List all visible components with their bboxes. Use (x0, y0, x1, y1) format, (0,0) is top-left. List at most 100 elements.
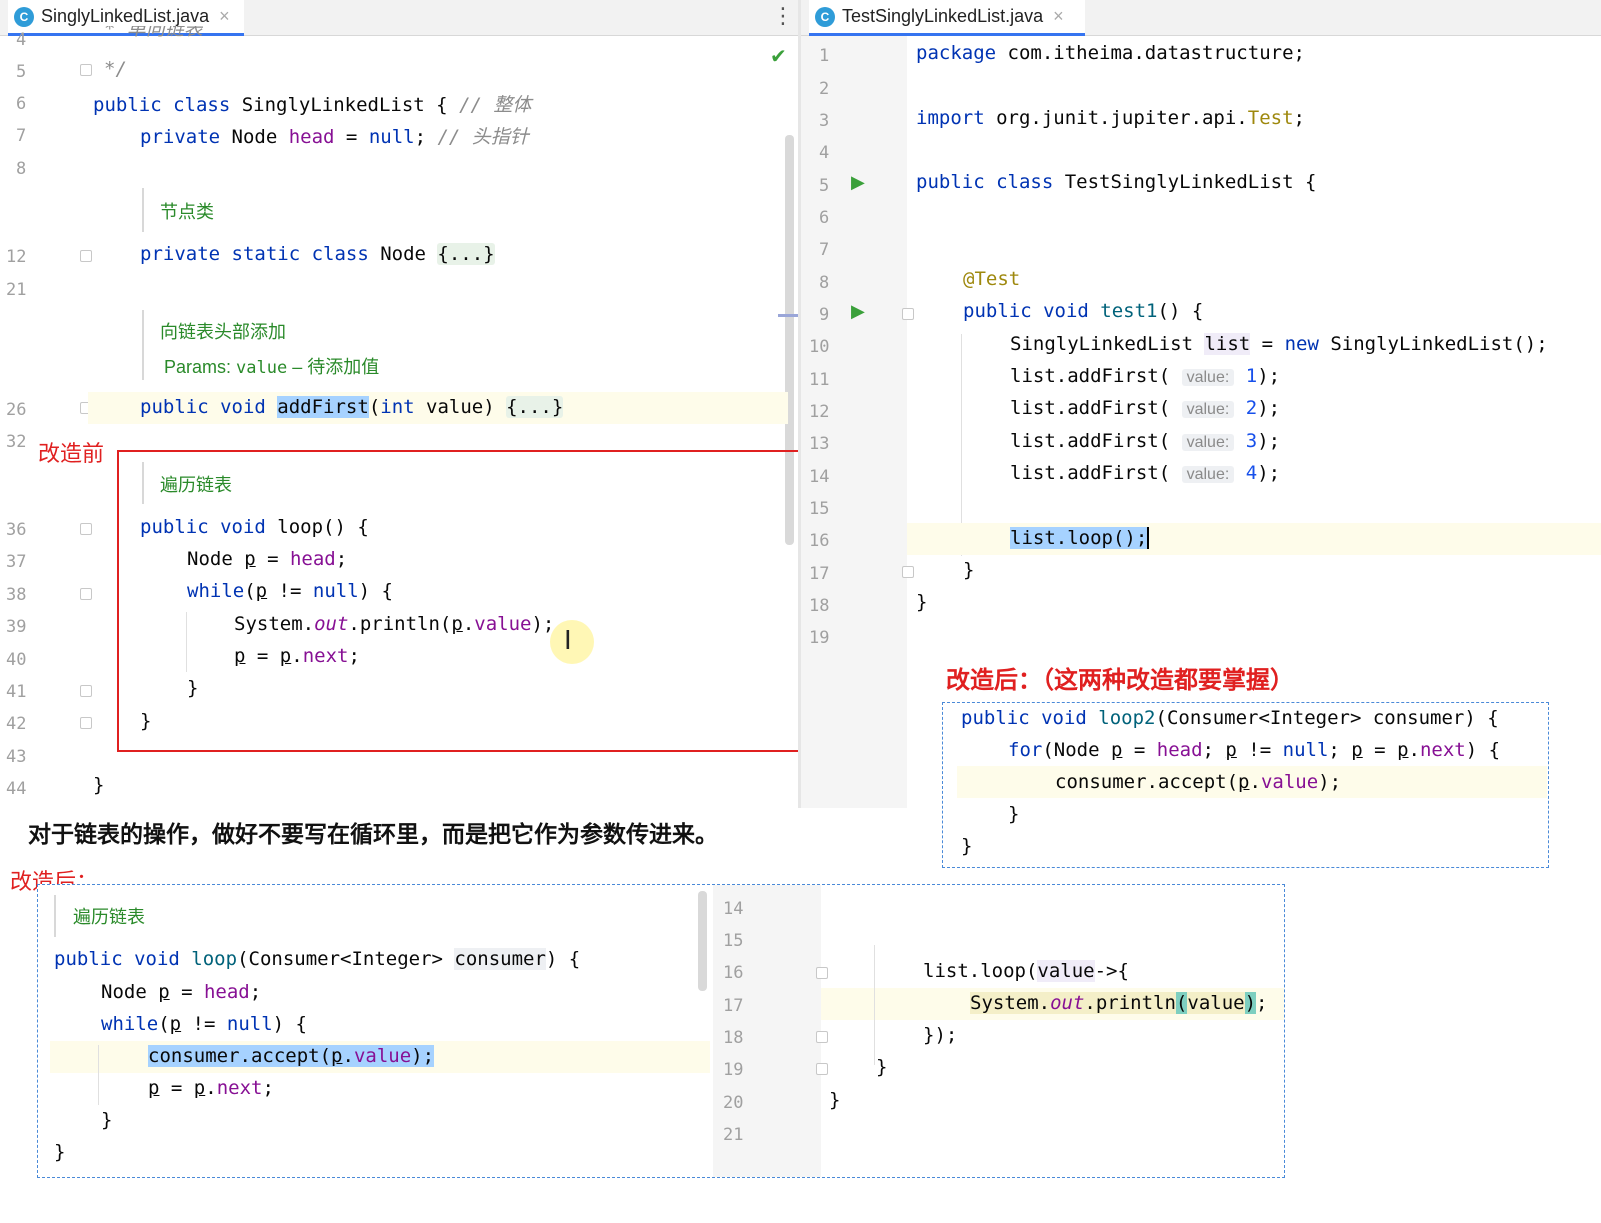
fold-marker[interactable] (902, 308, 914, 320)
run-test-icon[interactable]: ▶ (851, 172, 865, 193)
note-text: 对于链表的操作，做好不要写在循环里，而是把它作为参数传进来。 (28, 822, 718, 848)
after-call-line-5: } (829, 1089, 841, 1111)
line-number: 4 (16, 30, 27, 50)
line-number: 12 (809, 402, 830, 422)
comment-whole: // 整体 (459, 94, 532, 116)
after-line-5: p = p.next; (148, 1077, 274, 1099)
fold-marker[interactable] (816, 1031, 828, 1043)
line-number: 15 (809, 499, 830, 519)
line-number: 4 (819, 143, 830, 163)
code-line-17: } (963, 559, 975, 581)
fold-marker[interactable] (80, 64, 92, 76)
code-line-3: import org.junit.jupiter.api.Test; (916, 107, 1305, 129)
import-path: org.junit.jupiter.api. (996, 107, 1248, 129)
line-number: 9 (819, 305, 830, 325)
code-line-9: public void test1() { (963, 300, 1204, 322)
after-label-right: 改造后：（这两种改造都要掌握） (946, 667, 1294, 694)
scrollbar[interactable] (698, 891, 707, 991)
right-gutter-extension (801, 660, 907, 808)
line-number: 14 (809, 467, 830, 487)
line-number: 8 (819, 273, 830, 293)
fold-marker[interactable] (902, 566, 914, 578)
value-3: 3 (1245, 430, 1258, 452)
line-number: 2 (819, 79, 830, 99)
before-label: 改造前 (38, 441, 105, 466)
fold-marker[interactable] (80, 588, 92, 600)
code-line-18: } (916, 591, 928, 613)
line-number: 42 (6, 714, 27, 734)
line-number: 8 (16, 159, 27, 179)
param-hint: value: (1181, 369, 1235, 386)
method-addfirst[interactable]: addFirst (277, 396, 369, 418)
indent-guide (98, 1045, 99, 1105)
doc-bar (142, 188, 144, 232)
after-line-3: while(p != null) { (101, 1013, 307, 1035)
line-number: 11 (809, 370, 830, 390)
code-line-44: } (93, 774, 105, 796)
line-number: 14 (723, 899, 744, 919)
doc-params-name: value (236, 358, 288, 378)
line-number: 16 (809, 531, 830, 551)
loop2-line-3: consumer.accept(p.value); (1055, 771, 1342, 793)
doc-params-label: Params: (164, 357, 232, 377)
right-editor-pane: C TestSinglyLinkedList.java × 1 2 3 4 5 … (801, 0, 1601, 660)
code-line-1: package com.itheima.datastructure; (916, 42, 1305, 64)
line-number: 15 (723, 931, 744, 951)
after-call-line-3: }); (923, 1024, 958, 1046)
line-number: 10 (809, 337, 830, 357)
line-number: 39 (6, 617, 27, 637)
after-call-line-4: } (876, 1056, 888, 1078)
line-number: 37 (6, 552, 27, 572)
fold-marker[interactable] (80, 685, 92, 697)
tab-label: SinglyLinkedList.java (41, 6, 210, 26)
loop2-line-4: } (1008, 803, 1020, 825)
comment-head: // 头指针 (437, 126, 529, 148)
line-number: 7 (819, 240, 830, 260)
close-icon[interactable]: × (1053, 6, 1064, 27)
import-class: Test (1247, 107, 1294, 129)
doc-addfirst: 向链表头部添加 (160, 322, 286, 342)
after-line-6: } (101, 1109, 113, 1131)
fold-marker[interactable] (816, 1063, 828, 1075)
param-hint: value: (1181, 466, 1235, 483)
after-line-7: } (54, 1141, 66, 1163)
doc-params-desc: – 待添加值 (292, 357, 380, 377)
folded-block[interactable]: {...} (506, 396, 564, 418)
line-number: 12 (6, 247, 27, 267)
line-number: 19 (809, 628, 830, 648)
fold-marker[interactable] (80, 250, 92, 262)
line-number: 32 (6, 432, 27, 452)
after-call-line-2: System.out.println(value); (970, 992, 1268, 1014)
code-line-12: list.addFirst( value: 2); (1010, 397, 1281, 419)
more-options-icon[interactable]: ⋮ (772, 4, 794, 29)
code-line-7: private Node head = null; // 头指针 (140, 126, 529, 148)
code-line-26: public void addFirst(int value) {...} (140, 396, 564, 418)
line-number: 6 (819, 208, 830, 228)
param-hint: value: (1181, 434, 1235, 451)
tab-test-singly-linked-list[interactable]: C TestSinglyLinkedList.java × (809, 0, 1085, 36)
doc-loop-after: 遍历链表 (73, 907, 145, 927)
line-number: 40 (6, 650, 27, 670)
run-test-icon[interactable]: ▶ (851, 301, 865, 322)
line-number: 43 (6, 747, 27, 767)
line-number: 26 (6, 400, 27, 420)
value-2: 2 (1245, 397, 1258, 419)
line-number: 19 (723, 1060, 744, 1080)
before-box (117, 450, 803, 752)
after-line-1: public void loop(Consumer<Integer> consu… (54, 948, 581, 970)
value-1: 1 (1245, 365, 1258, 387)
fold-marker[interactable] (816, 967, 828, 979)
code-line-12: private static class Node {...} (140, 243, 495, 265)
line-number: 5 (16, 62, 27, 82)
folded-block[interactable]: {...} (437, 243, 495, 265)
param-hint: value: (1181, 401, 1235, 418)
code-line-14: list.addFirst( value: 4); (1010, 462, 1281, 484)
line-number: 1 (819, 46, 830, 66)
line-number: 21 (723, 1125, 744, 1145)
code-line-8: @Test (963, 268, 1021, 290)
class-name: TestSinglyLinkedList (1064, 171, 1294, 193)
fold-marker[interactable] (80, 717, 92, 729)
close-icon[interactable]: × (219, 6, 230, 27)
fold-marker[interactable] (80, 523, 92, 535)
code-line-4: * 单向链表 (104, 26, 203, 40)
